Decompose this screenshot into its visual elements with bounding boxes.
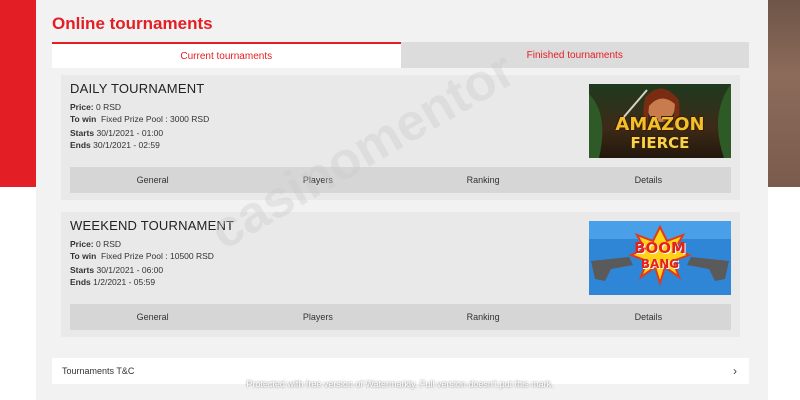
- price-row: Price: 0 RSD: [70, 102, 121, 112]
- right-background-image: [768, 0, 800, 187]
- ends-label: Ends: [70, 277, 91, 287]
- right-white-band: [768, 187, 800, 400]
- price-label: Price:: [70, 102, 94, 112]
- tournament-tabs: Current tournaments Finished tournaments: [52, 42, 749, 68]
- ends-row: Ends 30/1/2021 - 02:59: [70, 140, 160, 150]
- page-title: Online tournaments: [52, 14, 213, 33]
- starts-row: Starts 30/1/2021 - 06:00: [70, 265, 163, 275]
- tournament-subnav: General Players Ranking Details: [70, 167, 731, 193]
- starts-label: Starts: [70, 128, 95, 138]
- tournament-title: DAILY TOURNAMENT: [70, 81, 205, 96]
- tournament-card-weekend: WEEKEND TOURNAMENT Price: 0 RSD To win F…: [61, 212, 740, 337]
- price-value: 0 RSD: [96, 102, 122, 112]
- prize-label: To win: [70, 114, 97, 124]
- prize-row: To win Fixed Prize Pool : 10500 RSD: [70, 251, 214, 261]
- tournament-subnav: General Players Ranking Details: [70, 304, 731, 330]
- subnav-ranking[interactable]: Ranking: [401, 304, 566, 330]
- game-logo-line2: FIERCE: [630, 134, 690, 152]
- subnav-general[interactable]: General: [70, 167, 235, 193]
- starts-value: 30/1/2021 - 01:00: [96, 128, 164, 138]
- terms-label: Tournaments T&C: [62, 366, 135, 376]
- game-logo-line1: AMAZON: [615, 114, 705, 135]
- starts-value: 30/1/2021 - 06:00: [96, 265, 164, 275]
- prize-value: Fixed Prize Pool : 3000 RSD: [101, 114, 210, 124]
- starts-label: Starts: [70, 265, 95, 275]
- left-white-band: [0, 187, 36, 400]
- game-logo-line2: BANG: [640, 257, 680, 271]
- price-label: Price:: [70, 239, 94, 249]
- prize-row: To win Fixed Prize Pool : 3000 RSD: [70, 114, 209, 124]
- game-thumbnail-boom-bang[interactable]: BOOM BANG: [589, 221, 731, 295]
- chevron-right-icon: ›: [733, 364, 737, 378]
- prize-value: Fixed Prize Pool : 10500 RSD: [101, 251, 214, 261]
- price-value: 0 RSD: [96, 239, 122, 249]
- watermark-notice: Protected with free version of Watermark…: [246, 379, 554, 389]
- ends-value: 1/2/2021 - 05:59: [93, 277, 156, 287]
- subnav-ranking[interactable]: Ranking: [401, 167, 566, 193]
- price-row: Price: 0 RSD: [70, 239, 121, 249]
- ends-label: Ends: [70, 140, 91, 150]
- starts-row: Starts 30/1/2021 - 01:00: [70, 128, 163, 138]
- game-thumbnail-amazon-fierce[interactable]: AMAZON FIERCE: [589, 84, 731, 158]
- tab-current-tournaments[interactable]: Current tournaments: [52, 42, 401, 68]
- subnav-details[interactable]: Details: [566, 304, 731, 330]
- left-red-band: [0, 0, 36, 187]
- game-logo-line1: BOOM: [634, 239, 686, 257]
- ends-row: Ends 1/2/2021 - 05:59: [70, 277, 155, 287]
- subnav-players[interactable]: Players: [235, 304, 400, 330]
- subnav-general[interactable]: General: [70, 304, 235, 330]
- ends-value: 30/1/2021 - 02:59: [93, 140, 160, 150]
- subnav-details[interactable]: Details: [566, 167, 731, 193]
- prize-label: To win: [70, 251, 97, 261]
